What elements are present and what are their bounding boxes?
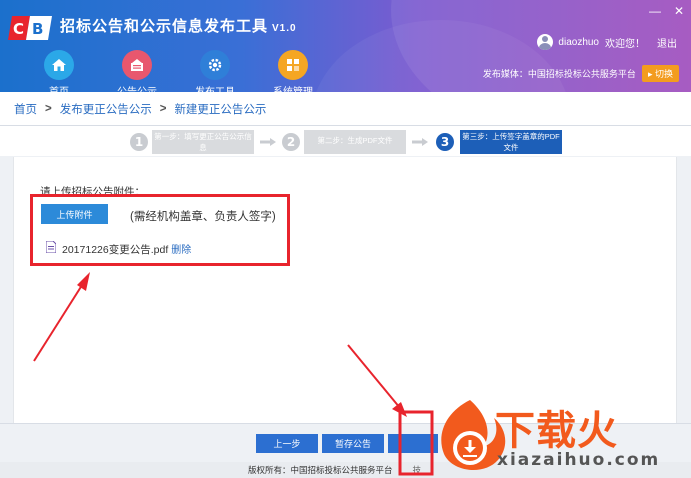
upload-note: (需经机构盖章、负责人签字): [130, 211, 276, 223]
close-button[interactable]: ✕: [673, 4, 685, 18]
breadcrumb-separator: >: [159, 102, 167, 115]
media-value: 中国招标投标公共服务平台: [527, 69, 636, 79]
step-1-number: 1: [130, 133, 148, 151]
watermark-text: 下载火: [495, 408, 618, 454]
media-area: 发布媒体： 中国招标投标公共服务平台 ▸ 切换: [483, 65, 679, 82]
avatar: [537, 34, 554, 50]
app-logo-icon: C B: [8, 16, 52, 40]
step-2-label: 第二步：生成PDF文件: [304, 130, 406, 154]
nav-label: 系统管理: [273, 83, 313, 92]
breadcrumb-separator: >: [45, 102, 52, 115]
bulletin-icon: [122, 50, 152, 80]
gear-icon: [200, 50, 230, 80]
step-3-number: 3: [436, 133, 454, 151]
nav-item-home[interactable]: 首页: [20, 50, 98, 92]
pdf-file-icon: [46, 241, 56, 253]
upload-panel: 请上传招标公告附件： 上传附件 (需经机构盖章、负责人签字) 20171226变…: [13, 157, 677, 423]
breadcrumb-publish-correction[interactable]: 发布更正公告公示: [60, 101, 152, 117]
settings-icon: [278, 50, 308, 80]
nav-item-system-settings[interactable]: 系统管理: [254, 50, 332, 92]
switch-label: 切换: [654, 69, 673, 79]
file-name: 20171226变更公告.pdf: [62, 244, 169, 256]
nav-label: 首页: [49, 83, 69, 92]
nav-label: 发布工具: [195, 83, 235, 92]
step-2-number: 2: [282, 133, 300, 151]
minimize-button[interactable]: —: [649, 4, 661, 18]
step-1-label: 第一步：填写更正公告公示信息: [152, 130, 254, 154]
copyright-text: 版权所有：中国招标投标公共服务平台: [248, 465, 393, 475]
attached-file: 20171226变更公告.pdf 删除: [62, 241, 191, 257]
step-3-label: 第三步：上传签字盖章的PDF文件: [460, 130, 562, 154]
switch-media-button[interactable]: ▸ 切换: [641, 65, 679, 82]
svg-text:B: B: [32, 20, 43, 38]
home-icon: [44, 50, 74, 80]
nav-label: 公告公示: [117, 83, 157, 92]
breadcrumb-new-correction[interactable]: 新建更正公告公示: [174, 101, 266, 117]
upload-attachment-button[interactable]: 上传附件: [41, 204, 108, 224]
logout-link[interactable]: 退出: [657, 35, 677, 50]
welcome-text: 欢迎您！: [605, 38, 645, 50]
app-version: V1.0: [272, 23, 297, 34]
user-area: diaozhuo 欢迎您！ 退出: [537, 34, 677, 50]
app-title: 招标公告和公示信息发布工具 V1.0: [60, 15, 297, 36]
svg-text:C: C: [13, 20, 24, 38]
wizard-steps: 1 第一步：填写更正公告公示信息 2 第二步：生成PDF文件 3 第三步：上传签…: [0, 126, 691, 156]
app-header: C B 招标公告和公示信息发布工具V1.0 — ✕ 首页 公告公示 发布工具: [0, 0, 691, 92]
main-nav: 首页 公告公示 发布工具 系统管理: [20, 50, 332, 92]
media-label: 发布媒体：: [482, 69, 528, 79]
prev-step-button[interactable]: 上一步: [256, 434, 318, 453]
save-draft-button[interactable]: 暂存公告: [322, 434, 384, 453]
step-arrow-icon: [412, 138, 428, 146]
breadcrumb-home[interactable]: 首页: [14, 101, 37, 117]
nav-item-bulletin[interactable]: 公告公示: [98, 50, 176, 92]
switch-arrow-icon: ▸: [647, 69, 653, 79]
app-title-text: 招标公告和公示信息发布工具: [60, 18, 269, 35]
user-name: diaozhuo: [558, 36, 599, 48]
step-arrow-icon: [260, 138, 276, 146]
delete-file-link[interactable]: 删除: [171, 245, 191, 256]
breadcrumb: 首页 > 发布更正公告公示 > 新建更正公告公示: [0, 92, 691, 126]
tech-support-text: 技: [412, 465, 422, 475]
window-controls: — ✕: [649, 4, 685, 18]
watermark-url: xiazaihuo.com: [497, 450, 661, 470]
nav-item-publish-tool[interactable]: 发布工具: [176, 50, 254, 92]
